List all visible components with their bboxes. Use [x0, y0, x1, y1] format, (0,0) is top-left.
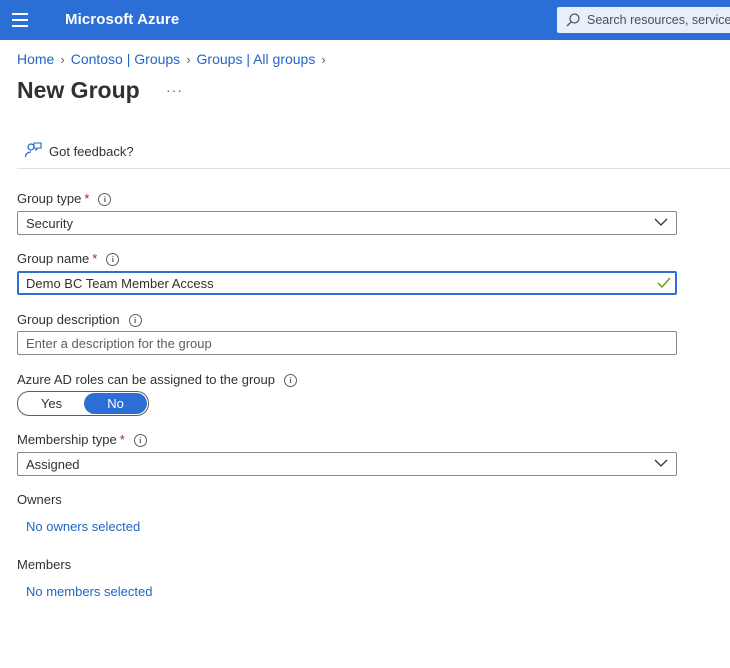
hamburger-menu-icon[interactable]: [12, 13, 28, 27]
toolbar-divider: [17, 168, 730, 169]
group-name-label: Group name * i: [17, 251, 120, 266]
owners-label: Owners: [17, 492, 62, 507]
chevron-down-icon: [654, 459, 668, 467]
group-description-input[interactable]: Enter a description for the group: [17, 331, 677, 355]
info-icon[interactable]: i: [98, 193, 112, 206]
group-name-label-text: Group name: [17, 251, 90, 266]
membership-type-label: Membership type * i: [17, 432, 147, 447]
more-options-button[interactable]: ···: [166, 82, 183, 98]
members-label: Members: [17, 557, 72, 572]
required-marker: *: [84, 191, 90, 206]
group-description-label: Group description i: [17, 312, 142, 327]
group-name-value: Demo BC Team Member Access: [26, 276, 214, 291]
toggle-yes-option[interactable]: Yes: [20, 393, 83, 414]
top-bar: Microsoft Azure Search resources, servic…: [0, 0, 730, 40]
search-placeholder: Search resources, services, and docs: [587, 13, 730, 27]
info-icon[interactable]: i: [106, 253, 120, 266]
required-marker: *: [92, 251, 98, 266]
breadcrumb-home[interactable]: Home: [17, 51, 54, 67]
azure-ad-roles-toggle[interactable]: Yes No: [17, 391, 149, 416]
group-type-label: Group type * i: [17, 191, 112, 206]
membership-type-label-text: Membership type: [17, 432, 117, 447]
group-description-placeholder: Enter a description for the group: [26, 336, 212, 351]
checkmark-icon: [657, 277, 671, 289]
breadcrumb: Home › Contoso | Groups › Groups | All group…: [17, 51, 332, 67]
owners-link[interactable]: No owners selected: [26, 519, 140, 534]
membership-type-value: Assigned: [26, 457, 80, 472]
toggle-no-option[interactable]: No: [84, 393, 147, 414]
info-icon[interactable]: i: [128, 314, 142, 327]
group-type-label-text: Group type: [17, 191, 82, 206]
chevron-right-icon: ›: [60, 52, 65, 67]
chevron-right-icon: ›: [186, 52, 191, 67]
required-marker: *: [119, 432, 125, 447]
chevron-right-icon: ›: [321, 52, 326, 67]
membership-type-dropdown[interactable]: Assigned: [17, 452, 677, 476]
breadcrumb-contoso-groups[interactable]: Contoso | Groups: [71, 51, 180, 67]
feedback-label: Got feedback?: [49, 144, 134, 159]
group-type-value: Security: [26, 216, 73, 231]
search-icon: [566, 13, 580, 27]
breadcrumb-all-groups[interactable]: Groups | All groups: [197, 51, 316, 67]
group-type-dropdown[interactable]: Security: [17, 211, 677, 235]
brand-title[interactable]: Microsoft Azure: [65, 11, 179, 28]
info-icon[interactable]: i: [133, 434, 147, 447]
global-search-box[interactable]: Search resources, services, and docs: [557, 7, 730, 33]
azure-ad-roles-label-text: Azure AD roles can be assigned to the gr…: [17, 372, 275, 387]
feedback-icon: [24, 142, 42, 158]
info-icon[interactable]: i: [284, 374, 297, 387]
page-title: New Group: [17, 77, 140, 103]
chevron-down-icon: [654, 218, 668, 226]
azure-ad-roles-label: Azure AD roles can be assigned to the gr…: [17, 372, 297, 387]
group-description-label-text: Group description: [17, 312, 120, 327]
members-link[interactable]: No members selected: [26, 584, 152, 599]
group-name-input[interactable]: Demo BC Team Member Access: [17, 271, 677, 295]
